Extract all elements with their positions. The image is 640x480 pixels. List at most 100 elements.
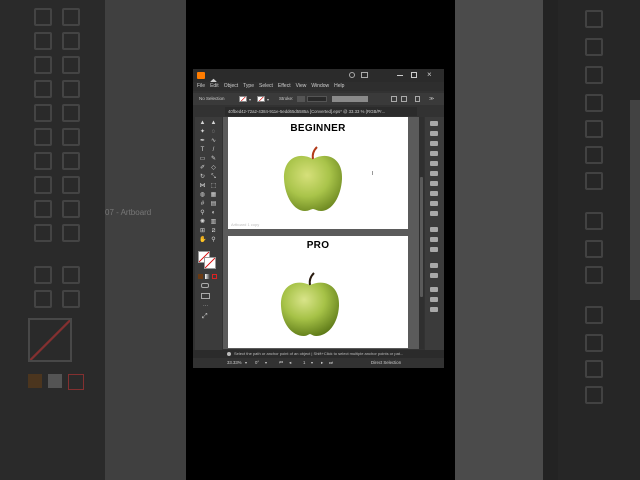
shape-builder-tool-icon[interactable]: ◍ [199,192,206,198]
minimize-icon[interactable] [397,75,403,76]
none-mode-icon[interactable] [212,274,217,279]
align-panel-icon[interactable] [430,287,438,292]
vertical-scrollbar[interactable] [419,117,424,349]
stroke-swatch-icon[interactable] [204,257,216,269]
gradient-mode-icon[interactable] [205,274,210,279]
symbol-sprayer-tool-icon[interactable]: ✺ [199,219,206,225]
symbols-panel-icon[interactable] [430,181,438,186]
rotation-dropdown-icon[interactable]: ▾ [265,358,267,368]
menu-window[interactable]: Window [311,82,329,91]
pathfinder-panel-icon[interactable] [430,297,438,302]
zoom-level[interactable]: 33.33% [227,358,242,368]
apple-illustration-beginner[interactable] [280,145,346,213]
swatches-panel-icon[interactable] [430,161,438,166]
mesh-tool-icon[interactable]: # [199,201,206,207]
brushes-panel-icon[interactable] [430,171,438,176]
gradient-tool-icon[interactable]: ▤ [210,201,217,207]
asset-export-panel-icon[interactable] [430,273,438,278]
align-icon[interactable] [391,96,397,102]
fill-dropdown-icon[interactable]: ▾ [249,97,251,102]
more-options-icon[interactable]: ≫ [429,94,434,104]
image-trace-panel-icon[interactable] [430,247,438,252]
menu-select[interactable]: Select [259,82,273,91]
variable-width-profile[interactable] [332,96,368,102]
magic-wand-icon[interactable]: ✦ [199,129,206,135]
draw-mode-icon[interactable] [201,283,209,288]
graphic-styles-panel-icon[interactable] [430,237,438,242]
home-icon[interactable] [210,72,217,85]
transform-icon[interactable] [401,96,407,102]
hand-tool-icon[interactable]: ✋ [199,237,206,243]
screen-mode-icon[interactable] [201,293,210,299]
artboard-beginner[interactable]: BEGINNER [228,117,408,229]
stroke-dropdown-icon[interactable]: ▾ [267,97,269,102]
artboard-number[interactable]: 1 [303,358,305,368]
edit-toolbar-icon[interactable]: ⤢ [202,313,208,321]
direct-selection-tool-icon[interactable]: ▲ [210,120,217,126]
artboard-dropdown-icon[interactable]: ▾ [311,358,313,368]
libraries-panel-icon[interactable] [430,141,438,146]
pen-tool-icon[interactable]: ✒ [199,138,206,144]
transparency-panel-icon[interactable] [430,211,438,216]
close-icon[interactable]: × [427,70,432,80]
gradient-panel-icon[interactable] [430,201,438,206]
menu-type[interactable]: Type [243,82,254,91]
menu-object[interactable]: Object [224,82,238,91]
properties-panel-icon[interactable] [430,121,438,126]
paintbrush-tool-icon[interactable]: ✎ [210,156,217,162]
lasso-tool-icon[interactable]: ◌ [210,129,217,135]
current-tool-status[interactable]: Direct Selection [371,358,401,368]
stroke-weight-stepper[interactable] [297,96,305,102]
rotation-value[interactable]: 0° [255,358,259,368]
stroke-weight-field[interactable] [307,96,327,102]
apple-illustration-pro[interactable] [278,272,342,338]
search-icon[interactable] [349,72,355,78]
scale-tool-icon[interactable]: ⤡ [210,174,217,180]
artboard-tool-icon[interactable]: ⊞ [199,228,206,234]
eraser-tool-icon[interactable]: ◇ [210,165,217,171]
artboards-panel-icon[interactable] [430,263,438,268]
stroke-panel-icon[interactable] [430,191,438,196]
last-artboard-icon[interactable]: ⏭ [329,358,333,368]
next-artboard-icon[interactable]: ▸ [321,358,323,368]
zoom-dropdown-icon[interactable]: ▾ [245,358,247,368]
arrange-icon[interactable] [361,72,368,78]
transform-panel-icon[interactable] [430,307,438,312]
shaper-tool-icon[interactable]: ✐ [199,165,206,171]
canvas[interactable]: BEGINNER Artboard 1 copy PRO [223,117,419,349]
more-tools-icon[interactable]: ··· [203,303,208,309]
appearance-panel-icon[interactable] [430,227,438,232]
zoom-tool-icon[interactable]: ⚲ [210,237,217,243]
menu-file[interactable]: File [197,82,205,91]
line-tool-icon[interactable]: / [210,147,217,153]
selection-tool-icon[interactable]: ▲ [199,120,206,126]
previous-artboard-icon[interactable]: ◂ [289,358,291,368]
color-mode-icon[interactable] [198,274,203,279]
document-tab[interactable]: 40fbed42-72a2-4384-911e-5edd65d5585a [Co… [225,107,417,116]
color-panel-icon[interactable] [430,151,438,156]
artboard-pro[interactable]: PRO [228,236,408,348]
blend-tool-icon[interactable]: ◐ [210,210,217,216]
menu-help[interactable]: Help [334,82,344,91]
rotate-tool-icon[interactable]: ↻ [199,174,206,180]
layers-panel-icon[interactable] [430,131,438,136]
stroke-color-button[interactable] [257,96,265,102]
width-tool-icon[interactable]: ⋈ [199,183,206,189]
slice-tool-icon[interactable]: ⧄ [210,228,217,234]
menu-edit[interactable]: Edit [210,82,219,91]
isolate-icon[interactable] [415,96,420,102]
type-tool-icon[interactable]: T [199,147,206,153]
rectangle-tool-icon[interactable]: ▭ [199,156,206,162]
fill-color-button[interactable] [239,96,247,102]
menu-view[interactable]: View [296,82,307,91]
graph-tool-icon[interactable]: ▥ [210,219,217,225]
eyedropper-tool-icon[interactable]: ⚲ [199,210,206,216]
maximize-icon[interactable] [411,72,417,78]
stroke-label[interactable]: Stroke: [279,93,293,105]
menu-effect[interactable]: Effect [278,82,291,91]
scrollbar-thumb[interactable] [420,177,423,297]
perspective-grid-tool-icon[interactable]: ▦ [210,192,217,198]
curvature-tool-icon[interactable]: ∿ [210,138,217,144]
free-transform-tool-icon[interactable]: ⬚ [210,183,217,189]
first-artboard-icon[interactable]: ⏮ [279,358,283,368]
